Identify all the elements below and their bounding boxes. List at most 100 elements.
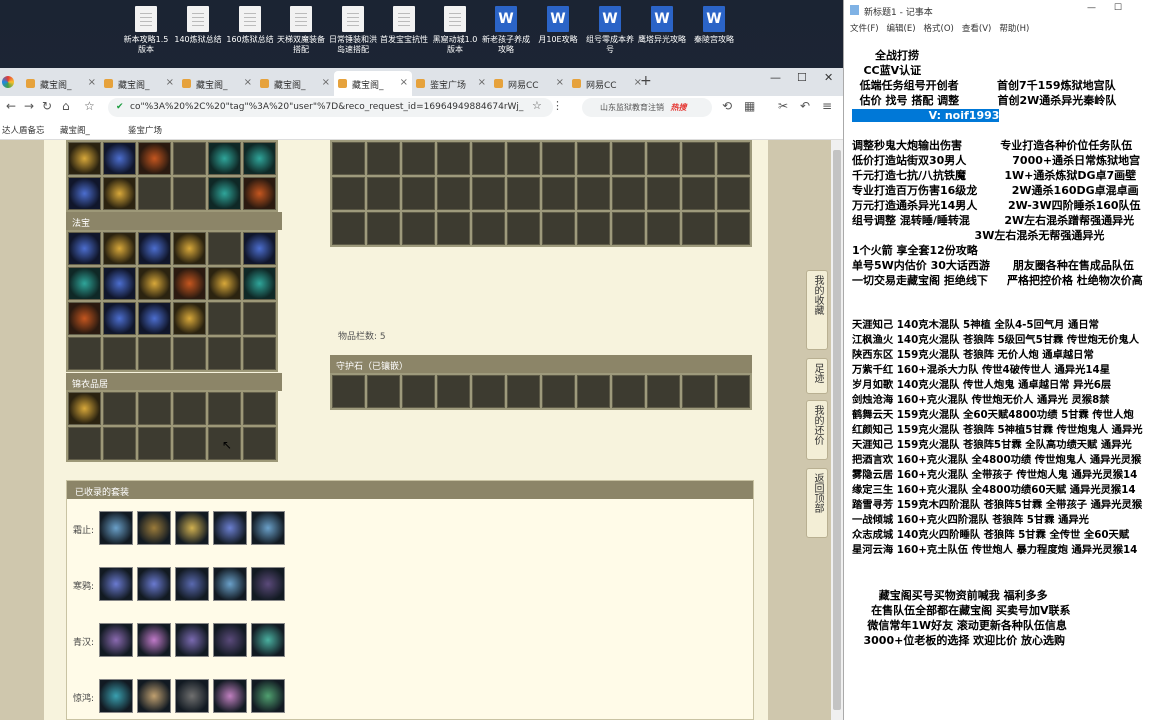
minimize-button[interactable]: — (1087, 3, 1096, 13)
desktop-icon[interactable]: W 新老孩子养成攻略 (480, 6, 532, 68)
desktop-icon[interactable]: 黑窟动城1.0版本 (429, 6, 481, 68)
set-item-icon[interactable] (175, 567, 209, 601)
side-button[interactable]: 我的还价 (806, 400, 828, 460)
grid-icon[interactable]: ▦ (744, 99, 755, 113)
undo-icon[interactable]: ↶ (800, 99, 810, 113)
close-button[interactable]: ✕ (824, 71, 833, 84)
item-slot[interactable] (243, 267, 276, 300)
desktop-icon[interactable]: W 月10E攻略 (532, 6, 584, 68)
item-slot[interactable] (68, 177, 101, 210)
set-item-icon[interactable] (251, 623, 285, 657)
set-item-icon[interactable] (175, 679, 209, 713)
browser-tab[interactable]: 藏宝阁_ × (22, 71, 100, 96)
set-item-icon[interactable] (251, 567, 285, 601)
item-slot[interactable] (103, 232, 136, 265)
browser-tab[interactable]: 藏宝阁_ × (334, 71, 412, 96)
side-button[interactable]: 我的收藏 (806, 270, 828, 350)
close-icon[interactable]: × (400, 77, 408, 88)
set-item-icon[interactable] (251, 511, 285, 545)
set-item-icon[interactable] (137, 511, 171, 545)
desktop-icon[interactable]: 160炼狱总结 (224, 6, 276, 68)
set-item-icon[interactable] (251, 679, 285, 713)
vertical-scrollbar[interactable] (831, 140, 843, 720)
home-icon[interactable]: ⌂ (62, 99, 70, 113)
desktop-icon[interactable]: W 秦陵宫攻略 (688, 6, 740, 68)
item-slot[interactable] (138, 267, 171, 300)
set-item-icon[interactable] (137, 567, 171, 601)
desktop-icon[interactable]: 日常锤装和洪岛速搭配 (327, 6, 379, 68)
item-slot[interactable] (103, 267, 136, 300)
item-slot[interactable] (208, 177, 241, 210)
item-slot[interactable] (243, 232, 276, 265)
item-slot[interactable] (103, 302, 136, 335)
item-slot[interactable] (173, 232, 206, 265)
scrollbar-thumb[interactable] (833, 150, 841, 710)
item-slot[interactable] (68, 232, 101, 265)
bookmark-item[interactable]: 达人盾备忘 (2, 124, 45, 136)
item-slot[interactable] (68, 392, 101, 425)
url-input[interactable]: ✔ co"%3A%20%2C%20"tag"%3A%20"user"%7D&re… (108, 98, 553, 117)
item-slot[interactable] (68, 302, 101, 335)
reload-icon[interactable]: ↻ (42, 99, 52, 113)
item-slot[interactable] (173, 302, 206, 335)
side-button[interactable]: 返回顶部 (806, 468, 828, 538)
close-icon[interactable]: × (478, 77, 486, 88)
bookmark-item[interactable]: 藏宝阁_ (60, 124, 90, 136)
close-icon[interactable]: × (322, 77, 330, 88)
item-slot[interactable] (208, 267, 241, 300)
search-input[interactable]: 山东监狱教育注销 热搜 (582, 98, 712, 117)
item-slot[interactable] (138, 232, 171, 265)
item-slot[interactable] (103, 177, 136, 210)
set-item-icon[interactable] (175, 623, 209, 657)
star-icon[interactable]: ☆ (532, 99, 542, 112)
set-item-icon[interactable] (213, 623, 247, 657)
item-slot[interactable] (68, 142, 101, 175)
close-icon[interactable]: × (88, 77, 96, 88)
item-slot[interactable] (173, 267, 206, 300)
close-icon[interactable]: × (166, 77, 174, 88)
notepad-menu-item[interactable]: 查看(V) (962, 24, 991, 34)
set-item-icon[interactable] (213, 567, 247, 601)
cut-icon[interactable]: ✂ (778, 99, 788, 113)
desktop-icon[interactable]: 新本攻略1.5版本 (120, 6, 172, 68)
browser-tab[interactable]: 网易CC × (568, 71, 646, 96)
notepad-menu-item[interactable]: 格式(O) (924, 24, 954, 34)
notepad-text[interactable]: 全战打捞 CC蓝V认证 低端任务组号开创者 首创7千159炼狱地宫队 估价 找号… (852, 48, 1152, 648)
set-item-icon[interactable] (175, 511, 209, 545)
bookmark-item[interactable]: 鉴宝广场 (128, 124, 162, 136)
set-item-icon[interactable] (213, 511, 247, 545)
desktop-icon[interactable]: 天梯双魔装备搭配 (275, 6, 327, 68)
more-icon[interactable]: ≡ (822, 99, 832, 113)
set-item-icon[interactable] (99, 511, 133, 545)
desktop-icon[interactable]: W 组号零成本养号 (584, 6, 636, 68)
forward-icon[interactable]: → (24, 99, 34, 113)
close-icon[interactable]: × (556, 77, 564, 88)
item-slot[interactable] (138, 142, 171, 175)
browser-tab[interactable]: 藏宝阁_ × (256, 71, 334, 96)
bookmark-star-icon[interactable]: ☆ (84, 99, 95, 113)
notepad-menu-item[interactable]: 编辑(E) (887, 24, 916, 34)
item-slot[interactable] (68, 267, 101, 300)
minimize-button[interactable]: — (770, 71, 781, 84)
set-item-icon[interactable] (213, 679, 247, 713)
back-icon[interactable]: ← (6, 99, 16, 113)
browser-tab[interactable]: 鉴宝广场 × (412, 71, 490, 96)
set-item-icon[interactable] (99, 623, 133, 657)
browser-tab[interactable]: 藏宝阁_ × (100, 71, 178, 96)
set-item-icon[interactable] (99, 679, 133, 713)
set-item-icon[interactable] (137, 679, 171, 713)
new-tab-icon[interactable]: + (640, 73, 652, 89)
item-slot[interactable] (208, 142, 241, 175)
history-icon[interactable]: ⟲ (722, 99, 732, 113)
item-slot[interactable] (243, 177, 276, 210)
item-slot[interactable] (103, 142, 136, 175)
maximize-button[interactable]: ☐ (797, 71, 807, 84)
close-icon[interactable]: × (244, 77, 252, 88)
side-button[interactable]: 足迹 (806, 358, 828, 394)
set-item-icon[interactable] (99, 567, 133, 601)
browser-logo-icon[interactable] (2, 76, 14, 88)
menu-dots-icon[interactable]: ⋮ (552, 99, 563, 112)
notepad-menu-item[interactable]: 帮助(H) (999, 24, 1029, 34)
browser-tab[interactable]: 网易CC × (490, 71, 568, 96)
browser-tab[interactable]: 藏宝阁_ × (178, 71, 256, 96)
